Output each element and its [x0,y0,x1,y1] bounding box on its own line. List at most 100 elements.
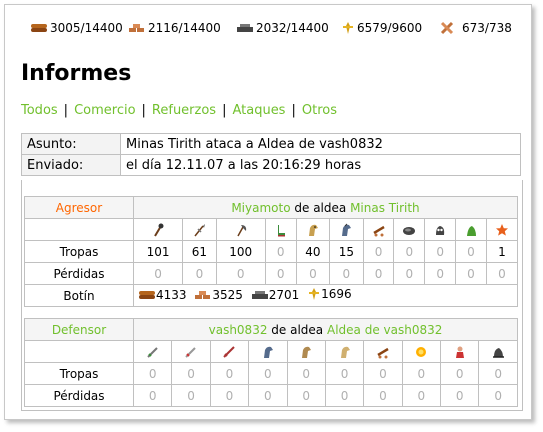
wood-icon [139,291,155,299]
sent-value: el día 12.11.07 a las 20:16:29 horas [120,154,521,176]
page-title: Informes [21,61,132,86]
unit-ram [362,218,395,241]
report-tabs: Todos | Comercio | Refuerzos | Ataques | Otros [21,103,337,118]
tab-attacks[interactable]: Ataques [232,103,285,118]
unit-equites-caesaris [324,340,365,363]
tab-all[interactable]: Todos [21,103,58,118]
attacker-loss-count: 0 [215,262,266,285]
attacker-troop-count: 100 [215,240,266,263]
loot-iron: 2701 [251,288,299,302]
unit-equites-imperatoris [286,340,326,363]
defender-troops-row: Tropas 0 0 0 0 0 0 0 0 0 0 [24,362,518,385]
defender-loss-count: 0 [132,384,173,407]
defender-troop-count: 0 [324,362,365,385]
defender-troop-count: 0 [363,362,403,385]
attacker-troop-count: 0 [264,240,297,263]
unit-legionnaire [132,340,173,363]
unit-catapult [393,218,426,241]
unit-equites-legati [248,340,288,363]
clubswinger-icon [154,223,164,237]
tab-reinforcements[interactable]: Refuerzos [152,103,216,118]
attacker-troop-count: 0 [455,240,487,263]
sent-label: Enviado: [21,154,121,176]
attacker-loot-label: Botín [24,284,134,307]
defender-loss-count: 0 [286,384,326,407]
crop-consumption-icon [440,21,454,35]
defender-troop-count: 0 [248,362,288,385]
defender-role: Defensor [24,318,134,341]
equites-caesaris-icon [340,346,350,358]
defender-loss-count: 0 [209,384,250,407]
tab-trade[interactable]: Comercio [74,103,135,118]
attacker-village-link[interactable]: Minas Tirith [350,201,420,215]
unit-scout [264,218,297,241]
attacker-units-row [24,218,519,241]
tab-others[interactable]: Otros [302,103,337,118]
attacker-losses-row: Pérdidas 0 0 0 0 0 0 0 0 0 0 0 [24,262,519,285]
attacker-troop-count: 101 [132,240,184,263]
fire-catapult-icon [416,346,427,357]
unit-axeman [215,218,266,241]
paladin-icon [308,224,318,236]
defender-troop-count: 0 [209,362,250,385]
scout-icon [277,224,285,237]
defender-header-row: Defensor vash0832 de aldea Aldea de vash… [24,318,518,341]
teutonic-knight-icon [342,223,352,236]
attacker-loss-count: 0 [329,262,364,285]
defender-table: Defensor vash0832 de aldea Aldea de vash… [24,318,518,407]
subject-value: Minas Tirith ataca a Aldea de vash0832 [120,133,521,155]
attacker-of-village: de aldea [294,200,347,215]
clay-icon [195,291,211,299]
defender-units-row [24,340,518,363]
settler-icon [466,225,476,236]
unit-spearman [182,218,217,241]
attacker-loss-count: 0 [362,262,395,285]
unit-hero [485,218,519,241]
unit-settler-roman [478,340,518,363]
attacker-troop-count: 0 [424,240,457,263]
defender-player-link[interactable]: vash0832 [209,323,268,337]
report-header-table: Asunto: Minas Tirith ataca a Aldea de va… [21,133,521,176]
attacker-troops-label: Tropas [24,240,134,263]
attacker-troop-count: 15 [329,240,364,263]
resource-crop: 6579/9600 [341,21,422,35]
sent-row: Enviado: el día 12.11.07 a las 20:16:29 … [21,154,521,176]
defender-village-link[interactable]: Aldea de vash0832 [327,323,442,337]
clay-icon [129,24,144,32]
crop-icon [309,288,320,300]
battering-ram-icon [377,347,389,359]
attacker-loss-count: 0 [264,262,297,285]
equites-legati-icon [263,346,273,358]
unit-fire-catapult [401,340,442,363]
hero-icon [495,223,508,236]
settler-helmet-icon [493,347,505,358]
attacker-troops-row: Tropas 101 61 100 0 40 15 0 0 0 0 1 [24,240,519,263]
defender-losses-row: Pérdidas 0 0 0 0 0 0 0 0 0 0 [24,384,518,407]
loot-crop: 1696 [307,287,352,301]
defender-loss-count: 0 [478,384,518,407]
subject-label: Asunto: [21,133,121,155]
defender-troop-count: 0 [286,362,326,385]
unit-clubswinger [132,218,184,241]
defender-loss-count: 0 [439,384,480,407]
unit-teutonic-knight [329,218,364,241]
attacker-table: Agresor Miyamoto de aldea Minas Tirith T… [24,196,519,307]
defender-troop-count: 0 [401,362,442,385]
attacker-loss-count: 0 [295,262,331,285]
defender-loss-count: 0 [171,384,211,407]
attacker-player-link[interactable]: Miyamoto [231,201,290,215]
defender-loss-count: 0 [401,384,442,407]
attacker-troop-count: 0 [362,240,395,263]
chief-icon [436,225,445,235]
defender-losses-label: Pérdidas [24,384,134,407]
loot-wood: 4133 [138,288,187,302]
unit-chief [424,218,457,241]
attacker-loot-row: Botín 4133 3525 2701 1696 [24,284,518,307]
attacker-troop-count: 61 [182,240,217,263]
axeman-icon [237,224,246,237]
defender-loss-count: 0 [324,384,365,407]
attacker-role: Agresor [24,196,134,219]
attacker-troop-count: 40 [295,240,331,263]
unit-praetorian [171,340,211,363]
attacker-info: Miyamoto de aldea Minas Tirith [133,196,518,219]
